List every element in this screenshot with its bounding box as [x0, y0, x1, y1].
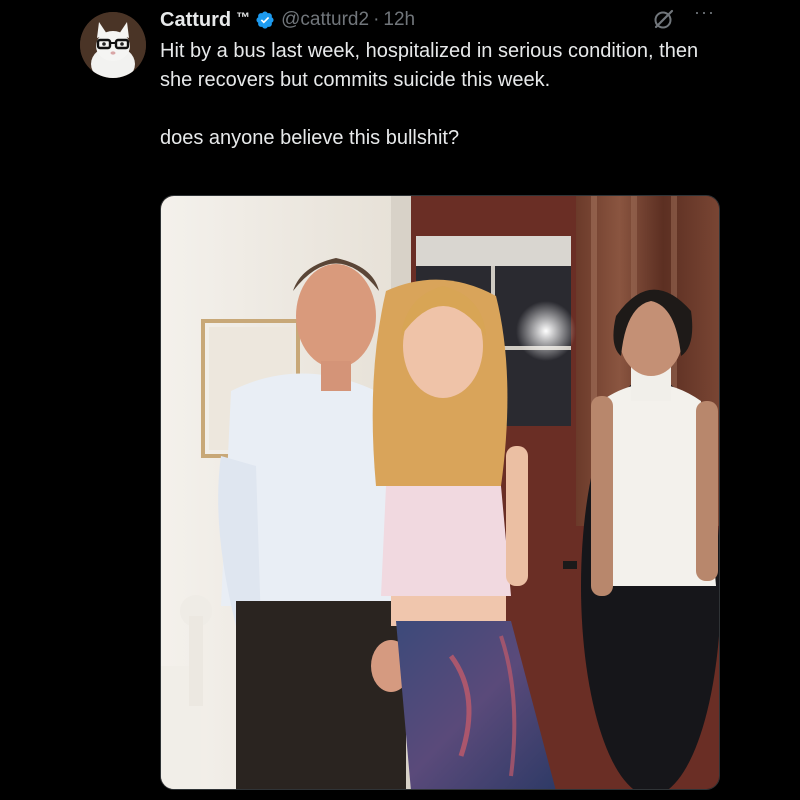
- trademark-badge: ™: [236, 9, 251, 25]
- display-name[interactable]: Catturd: [160, 9, 231, 32]
- tweet-paragraph-2: does anyone believe this bullshit?: [160, 127, 460, 149]
- tweet-text: Hit by a bus last week, hospitalized in …: [160, 37, 730, 153]
- user-handle[interactable]: @catturd2: [281, 9, 369, 31]
- cat-avatar-icon: [80, 12, 146, 78]
- verified-badge-icon[interactable]: [255, 10, 275, 30]
- more-options-button[interactable]: ···: [694, 2, 715, 23]
- timestamp[interactable]: 12h: [383, 9, 415, 31]
- group-photo-image: [161, 196, 719, 789]
- tweet-paragraph-1: Hit by a bus last week, hospitalized in …: [160, 40, 699, 91]
- avatar[interactable]: [80, 12, 146, 78]
- grok-icon[interactable]: [653, 8, 675, 30]
- separator-dot: ·: [373, 9, 380, 30]
- tweet[interactable]: Catturd ™ @catturd2 · 12h ··· Hit by a b…: [0, 0, 800, 800]
- tweet-photo[interactable]: [160, 195, 720, 790]
- tweet-header: Catturd ™ @catturd2 · 12h: [160, 7, 415, 33]
